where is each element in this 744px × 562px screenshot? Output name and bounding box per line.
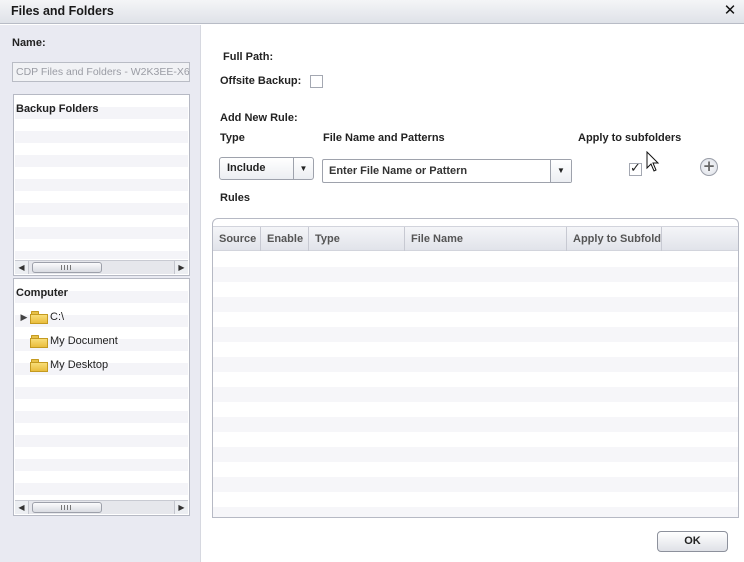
scrollbar-thumb[interactable] xyxy=(32,262,102,273)
chevron-down-icon[interactable]: ▼ xyxy=(293,158,313,179)
file-pattern-placeholder: Enter File Name or Pattern xyxy=(329,165,468,177)
grip-icon xyxy=(61,505,73,510)
rules-label: Rules xyxy=(220,192,250,204)
column-header-source[interactable]: Source xyxy=(213,227,261,251)
folder-icon xyxy=(30,310,48,324)
apply-subfolders-column-label: Apply to subfolders xyxy=(578,132,682,144)
tree-item-my-document[interactable]: My Document xyxy=(30,332,118,350)
rule-type-select[interactable]: Include ▼ xyxy=(219,157,314,180)
computer-scrollbar[interactable]: ◀ ▶ xyxy=(15,500,188,514)
close-icon[interactable]: ✕ xyxy=(722,3,738,19)
tree-item-my-desktop[interactable]: My Desktop xyxy=(30,356,108,374)
tree-item-label: C:\ xyxy=(50,311,65,323)
scroll-right-arrow-icon[interactable]: ▶ xyxy=(174,501,188,514)
backup-folders-panel: Backup Folders ◀ ▶ xyxy=(13,94,190,276)
scrollbar-thumb[interactable] xyxy=(32,502,102,513)
column-header-type[interactable]: Type xyxy=(309,227,405,251)
rules-table: Source Enable Type File Name Apply to Su… xyxy=(212,218,739,518)
column-header-file-name[interactable]: File Name xyxy=(405,227,567,251)
scroll-left-arrow-icon[interactable]: ◀ xyxy=(15,261,29,274)
grip-icon xyxy=(61,265,73,270)
tree-item-c-drive[interactable]: ▶ C:\ xyxy=(18,308,64,326)
rules-table-body[interactable] xyxy=(213,252,738,517)
rules-table-header: Source Enable Type File Name Apply to Su… xyxy=(213,226,738,251)
backup-folders-title: Backup Folders xyxy=(16,103,99,115)
expand-arrow-icon[interactable]: ▶ xyxy=(18,312,30,323)
pattern-column-label: File Name and Patterns xyxy=(323,132,445,144)
folder-icon xyxy=(30,334,48,348)
window-title: Files and Folders xyxy=(11,4,114,18)
folder-icon xyxy=(30,358,48,372)
add-rule-icon[interactable]: + xyxy=(700,158,718,176)
backup-folders-scrollbar[interactable]: ◀ ▶ xyxy=(15,260,188,274)
ok-button[interactable]: OK xyxy=(657,531,728,552)
type-column-label: Type xyxy=(220,132,245,144)
add-new-rule-label: Add New Rule: xyxy=(220,112,298,124)
rule-type-value: Include xyxy=(227,162,266,174)
offsite-backup-checkbox[interactable] xyxy=(310,75,323,88)
computer-title: Computer xyxy=(16,287,68,299)
chevron-down-icon[interactable]: ▼ xyxy=(550,160,571,182)
file-pattern-input[interactable]: Enter File Name or Pattern ▼ xyxy=(322,159,572,183)
name-label: Name: xyxy=(12,37,46,49)
scroll-left-arrow-icon[interactable]: ◀ xyxy=(15,501,29,514)
backup-folders-list[interactable] xyxy=(15,95,188,259)
title-bar: Files and Folders ✕ xyxy=(0,0,744,24)
name-input[interactable]: CDP Files and Folders - W2K3EE-X6 xyxy=(12,62,190,82)
full-path-label: Full Path: xyxy=(223,51,274,63)
offsite-backup-label: Offsite Backup: xyxy=(220,75,302,87)
computer-panel: Computer ▶ C:\ My Document My Desktop ◀ … xyxy=(13,278,190,516)
scroll-right-arrow-icon[interactable]: ▶ xyxy=(174,261,188,274)
apply-subfolders-checkbox[interactable] xyxy=(629,161,642,176)
tree-item-label: My Document xyxy=(50,335,118,347)
column-header-enable[interactable]: Enable xyxy=(261,227,309,251)
column-header-apply-subfolders[interactable]: Apply to Subfolders xyxy=(567,227,662,251)
mouse-cursor-icon xyxy=(646,151,660,172)
tree-item-label: My Desktop xyxy=(50,359,109,371)
